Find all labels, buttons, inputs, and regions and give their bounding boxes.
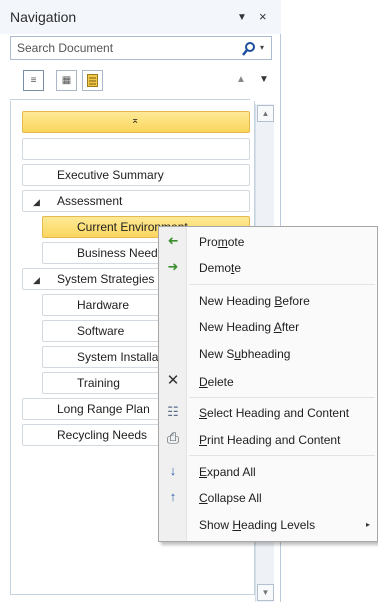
- heading-label: Assessment: [57, 194, 123, 208]
- heading-label: Executive Summary: [57, 168, 164, 182]
- menu-item-expand-all[interactable]: ↓ Expand All: [159, 459, 377, 485]
- menu-item-select-heading-and-content[interactable]: ☷ Select Heading and Content: [159, 400, 377, 426]
- heading-label: System Strategies: [57, 272, 155, 286]
- search-options-icon[interactable]: ▾: [260, 43, 264, 52]
- close-icon[interactable]: ×: [259, 9, 267, 24]
- previous-icon[interactable]: ▲: [236, 74, 246, 85]
- select-content-icon: ☷: [167, 404, 179, 419]
- delete-icon: ✕: [166, 372, 180, 389]
- print-icon: ⎙: [166, 430, 179, 447]
- search-icon[interactable]: [242, 38, 256, 61]
- expand-all-icon: ↓: [169, 463, 177, 478]
- search-input[interactable]: Search Document ▾: [10, 36, 272, 60]
- collapse-all-icon: ↑: [169, 489, 177, 504]
- menu-separator: [189, 455, 375, 456]
- menu-item-new-subheading[interactable]: New Subheading: [159, 341, 377, 367]
- collapse-icon[interactable]: ◢: [33, 270, 40, 289]
- pane-title-bar: Navigation ▼ ×: [0, 0, 281, 34]
- collapse-top-icon: ⌅: [131, 115, 140, 126]
- menu-item-new-heading-after[interactable]: New Heading After: [159, 314, 377, 340]
- pane-title: Navigation: [10, 9, 77, 25]
- menu-item-new-heading-before[interactable]: New Heading Before: [159, 288, 377, 314]
- heading-item-blank[interactable]: [22, 138, 250, 160]
- pane-options-icon[interactable]: ▼: [237, 12, 247, 23]
- search-placeholder: Search Document: [17, 41, 114, 55]
- next-icon[interactable]: ▼: [259, 74, 269, 85]
- tab-results[interactable]: [82, 70, 103, 91]
- menu-item-promote[interactable]: ➜ Promote: [159, 229, 377, 255]
- menu-separator: [189, 397, 375, 398]
- heading-label: Business Needs: [77, 246, 164, 260]
- menu-separator: [189, 284, 375, 285]
- menu-item-delete[interactable]: ✕ Delete: [159, 369, 377, 395]
- heading-item-assessment[interactable]: ◢ Assessment: [22, 190, 250, 212]
- tab-headings[interactable]: ≡: [23, 70, 44, 91]
- scroll-up-icon[interactable]: ▲: [257, 105, 274, 122]
- scroll-down-icon[interactable]: ▼: [257, 584, 274, 601]
- heading-item-collapsed-top[interactable]: ⌅: [22, 111, 250, 133]
- promote-icon: ➜: [167, 233, 179, 248]
- nav-tabs: ≡ ▦ ▲ ▼: [10, 70, 272, 100]
- heading-label: Hardware: [77, 298, 130, 312]
- heading-label: Training: [77, 376, 120, 390]
- tab-pages[interactable]: ▦: [56, 70, 77, 91]
- heading-label: Software: [77, 324, 125, 338]
- menu-item-demote[interactable]: ➜ Demote: [159, 255, 377, 281]
- tab-divider: [10, 99, 250, 100]
- heading-label: Recycling Needs: [57, 428, 148, 442]
- demote-icon: ➜: [167, 259, 179, 274]
- collapse-icon[interactable]: ◢: [33, 192, 40, 211]
- menu-item-show-heading-levels[interactable]: Show Heading Levels ▸: [159, 512, 377, 538]
- menu-item-print-heading-and-content[interactable]: ⎙ Print Heading and Content: [159, 427, 377, 453]
- heading-item-executive-summary[interactable]: Executive Summary: [22, 164, 250, 186]
- menu-item-collapse-all[interactable]: ↑ Collapse All: [159, 485, 377, 511]
- submenu-arrow-icon: ▸: [366, 520, 371, 529]
- heading-label: Long Range Plan: [57, 402, 150, 416]
- context-menu: ➜ Promote ➜ Demote New Heading Before Ne…: [158, 226, 378, 542]
